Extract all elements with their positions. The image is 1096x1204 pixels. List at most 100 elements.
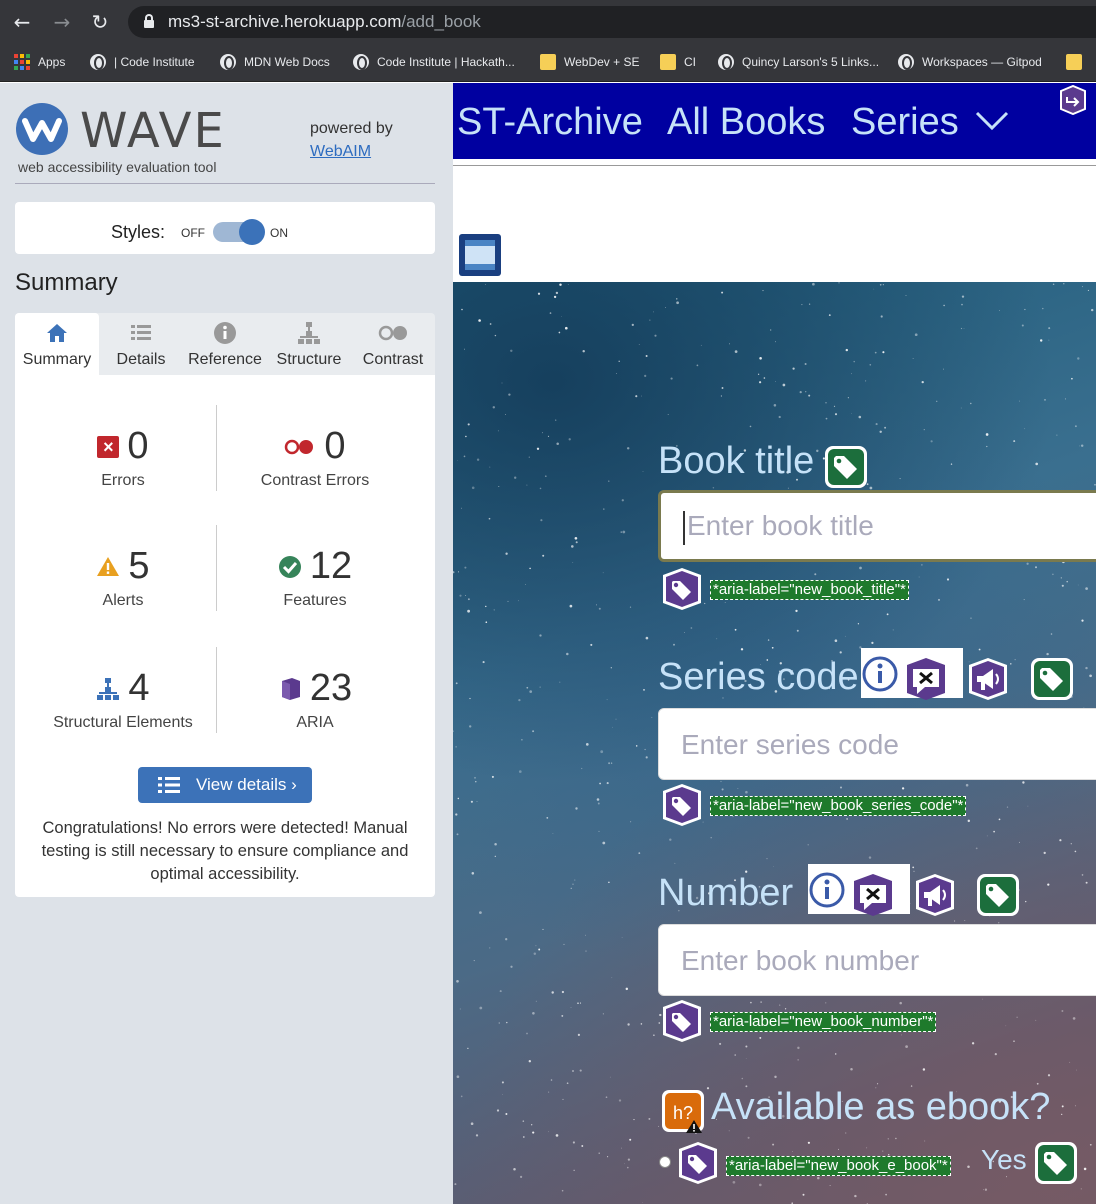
info-icon: [214, 322, 236, 344]
styles-label: Styles:: [111, 222, 166, 242]
hierarchy-icon: [298, 322, 320, 344]
book-title-label: Book title: [658, 440, 815, 482]
tab-summary[interactable]: Summary: [15, 313, 99, 375]
nav-all-books[interactable]: All Books: [667, 101, 825, 144]
url-text: ms3-st-archive.herokuapp.com/add_book: [168, 12, 481, 31]
bookmark-code-institute[interactable]: | Code Institute: [90, 52, 195, 72]
bookmark-hackathon[interactable]: Code Institute | Hackath...: [353, 52, 515, 72]
info-alert-icon[interactable]: [858, 654, 902, 698]
wave-sidebar: WAVE web accessibility evaluation tool p…: [0, 83, 453, 1204]
stat-alerts[interactable]: 5 Alerts: [23, 545, 223, 610]
structure-icon: [97, 677, 120, 700]
tab-structure[interactable]: Structure: [267, 313, 351, 375]
bookmark-webdev-folder[interactable]: WebDev + SE: [540, 52, 639, 72]
tab-reference[interactable]: Reference: [183, 313, 267, 375]
tab-contrast[interactable]: Contrast: [351, 313, 435, 375]
heading-alert-icon[interactable]: h?: [660, 1088, 706, 1134]
svg-text:h?: h?: [673, 1103, 693, 1123]
summary-heading: Summary: [15, 269, 118, 296]
feature-check-icon: [278, 555, 301, 578]
list-icon: [131, 325, 151, 340]
bookmark-ci-folder[interactable]: CI: [660, 52, 696, 72]
folder-icon: [660, 54, 676, 70]
aria-label-tag: *aria-label="new_book_title"*: [710, 580, 909, 600]
aria-label-tag: *aria-label="new_book_number"*: [710, 1012, 937, 1032]
powered-by-text: powered by: [310, 120, 393, 137]
website-viewport: ST-Archive All Books Series Book title E…: [453, 83, 1096, 1204]
forward-arrow-icon[interactable]: →: [50, 10, 74, 34]
ebook-yes-radio[interactable]: [659, 1156, 671, 1168]
back-arrow-icon[interactable]: ←: [10, 10, 34, 34]
webaim-link[interactable]: WebAIM: [310, 143, 371, 161]
home-icon: [47, 324, 67, 342]
series-code-input[interactable]: Enter series code: [658, 708, 1096, 780]
aria-label-tag: *aria-label="new_book_e_book"*: [726, 1156, 951, 1176]
styles-off-label: OFF: [181, 226, 205, 240]
ebook-label: Available as ebook?: [711, 1086, 1051, 1128]
globe-icon: [898, 54, 914, 70]
label-feature-icon[interactable]: [975, 872, 1021, 918]
globe-icon: [90, 54, 106, 70]
aria-live-icon[interactable]: [965, 656, 1011, 702]
browser-toolbar: ← → ↻ ms3-st-archive.herokuapp.com/add_b…: [0, 0, 1096, 44]
globe-icon: [353, 54, 369, 70]
wave-title: WAVE: [80, 103, 226, 159]
styles-toggle-panel: Styles: OFF ON: [15, 202, 435, 254]
brand-link[interactable]: ST-Archive: [457, 101, 643, 144]
stat-aria[interactable]: 23 ARIA: [215, 667, 415, 732]
contrast-icon: [378, 325, 407, 341]
label-feature-icon[interactable]: [1033, 1140, 1079, 1186]
site-navbar: ST-Archive All Books Series: [453, 83, 1096, 159]
globe-icon: [220, 54, 236, 70]
reload-icon[interactable]: ↻: [88, 10, 112, 34]
bookmark-mdn[interactable]: MDN Web Docs: [220, 52, 330, 72]
stat-errors[interactable]: × 0 Errors: [23, 425, 223, 490]
aria-error-icon[interactable]: [903, 656, 949, 702]
chevron-down-icon[interactable]: [975, 111, 1009, 131]
wave-link-icon[interactable]: [1058, 85, 1088, 115]
nav-series[interactable]: Series: [851, 101, 959, 144]
label-feature-icon[interactable]: [1029, 656, 1075, 702]
toggle-knob: [239, 219, 265, 245]
stat-features[interactable]: 12 Features: [215, 545, 415, 610]
bookmark-gitpod[interactable]: Workspaces — Gitpod: [898, 52, 1042, 72]
region-structure-icon[interactable]: [458, 233, 502, 277]
number-label: Number: [658, 872, 794, 914]
styles-toggle[interactable]: [213, 219, 265, 245]
aria-cube-icon: [281, 677, 300, 700]
stat-contrast-errors[interactable]: 0 Contrast Errors: [215, 425, 415, 490]
tab-details[interactable]: Details: [99, 313, 183, 375]
aria-label-icon[interactable]: [659, 998, 705, 1044]
aria-label-icon[interactable]: [675, 1140, 721, 1186]
bookmark-overflow-folder[interactable]: [1066, 52, 1090, 72]
folder-icon: [1066, 54, 1082, 70]
view-details-button[interactable]: View details ›: [138, 767, 312, 803]
lock-icon: [144, 14, 154, 28]
error-icon: ×: [97, 435, 120, 458]
address-bar[interactable]: ms3-st-archive.herokuapp.com/add_book: [128, 6, 1096, 38]
aria-label-icon[interactable]: [659, 782, 705, 828]
alert-icon: [97, 556, 120, 576]
aria-label-tag: *aria-label="new_book_series_code"*: [710, 796, 967, 816]
aria-label-icon[interactable]: [659, 566, 705, 612]
book-number-input[interactable]: Enter book number: [658, 924, 1096, 996]
contrast-error-icon: [285, 439, 314, 454]
stat-structural[interactable]: 4 Structural Elements: [23, 667, 223, 732]
divider: [15, 183, 435, 184]
divider: [453, 165, 1096, 166]
series-code-label: Series code: [658, 656, 859, 698]
aria-live-icon[interactable]: [912, 872, 958, 918]
folder-icon: [540, 54, 556, 70]
list-icon: [158, 777, 180, 793]
label-feature-icon[interactable]: [823, 444, 869, 490]
book-title-input[interactable]: Enter book title: [658, 490, 1096, 562]
info-alert-icon[interactable]: [805, 870, 849, 914]
bookmark-apps[interactable]: Apps: [14, 52, 65, 72]
caret: [683, 510, 685, 545]
summary-card: × 0 Errors 0 Contrast Errors 5 Alerts 12 …: [15, 375, 435, 897]
styles-on-label: ON: [270, 226, 288, 240]
aria-error-icon[interactable]: [850, 872, 896, 918]
congrats-message: Congratulations! No errors were detected…: [41, 819, 409, 883]
bookmark-quincy[interactable]: Quincy Larson's 5 Links...: [718, 52, 879, 72]
ebook-yes-label[interactable]: Yes: [981, 1144, 1027, 1176]
